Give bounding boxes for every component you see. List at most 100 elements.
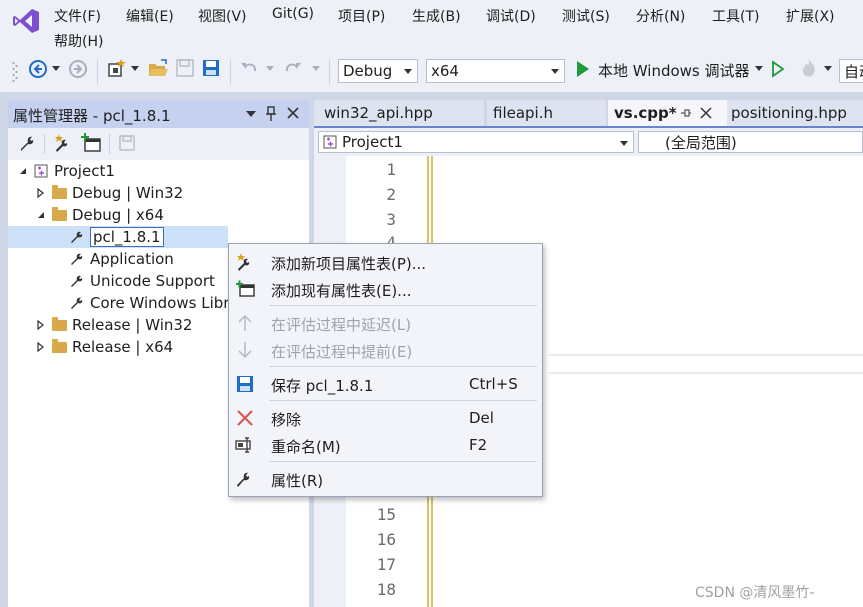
start-without-debugging-icon[interactable] [771,60,785,78]
menu-item-add-new-property-sheet[interactable]: 添加新项目属性表(P)... [229,249,542,275]
navigate-back-icon[interactable] [28,59,48,79]
project-combo[interactable]: Project1 [318,131,634,153]
scope-combo[interactable]: (全局范围) [638,131,863,153]
menu-item-label: 在评估过程中提前(E) [271,343,413,361]
tab-positioning-hpp[interactable]: positioning.hpp [727,100,863,126]
undo-dropdown-icon[interactable] [266,66,274,72]
collapsed-arrow-icon[interactable] [36,342,46,352]
auto-label: 自动 [844,62,863,81]
pin-icon[interactable] [265,106,277,122]
platform-value: x64 [431,62,459,80]
expanded-arrow-icon[interactable] [18,166,28,176]
menu-edit[interactable]: 编辑(E) [126,6,174,26]
tab-label: positioning.hpp [731,104,847,122]
start-debugger-label[interactable]: 本地 Windows 调试器 [598,60,750,81]
menu-test[interactable]: 测试(S) [562,6,610,26]
navigate-forward-icon[interactable] [68,59,88,79]
save-icon [237,376,253,392]
redo-dropdown-icon[interactable] [312,66,320,72]
menu-item-remove[interactable]: 移除 Del [229,405,542,431]
tree-node-release-x64[interactable]: Release | x64 [36,336,173,358]
wrench-icon[interactable] [18,134,36,152]
line-number: 17 [376,555,396,574]
configuration-value: Debug [343,62,393,80]
menu-debug[interactable]: 调试(D) [486,6,536,26]
tab-vs-cpp-active[interactable]: vs.cpp* [608,100,727,126]
solution-platform-dropdown[interactable]: x64 [426,59,565,83]
menu-item-save-sheet[interactable]: 保存 pcl_1.8.1 Ctrl+S [229,371,542,397]
back-dropdown-icon[interactable] [52,66,60,72]
tree-label: Project1 [54,162,115,180]
editor-navigation-bar: Project1 (全局范围) [314,126,863,156]
hot-reload-dropdown-icon[interactable] [824,66,832,72]
menu-analyze[interactable]: 分析(N) [636,6,685,26]
tree-node-unicode-support[interactable]: Unicode Support [70,270,215,292]
open-folder-icon [52,206,67,221]
tree-node-pcl-sheet[interactable]: pcl_1.8.1 [70,226,164,248]
tab-win32-api-hpp[interactable]: win32_api.hpp [314,100,484,126]
save-all-icon[interactable] [201,58,221,78]
menu-item-properties[interactable]: 属性(R) [229,466,542,492]
new-item-icon[interactable] [106,58,128,80]
menu-item-rename[interactable]: 重命名(M) F2 [229,432,542,458]
tree-node-release-win32[interactable]: Release | Win32 [36,314,192,336]
wrench-icon [71,253,83,265]
menu-item-advance-evaluation[interactable]: 在评估过程中提前(E) [229,337,542,363]
toolbar-separator [230,60,231,84]
panel-title: 属性管理器 - pcl_1.8.1 [13,107,171,125]
menu-view[interactable]: 视图(V) [198,6,247,26]
chevron-down-icon [620,141,628,146]
undo-icon[interactable] [239,59,259,79]
visual-studio-logo-icon[interactable] [12,8,40,34]
add-existing-property-sheet-icon[interactable] [80,133,102,153]
menu-extensions[interactable]: 扩展(X) [786,6,835,26]
menu-item-shortcut: Del [469,409,494,427]
menu-project[interactable]: 项目(P) [338,6,385,26]
menu-tools[interactable]: 工具(T) [712,6,759,26]
line-number: 16 [376,530,396,549]
tree-node-core-windows-libraries[interactable]: Core Windows Libr [70,292,229,314]
menu-build[interactable]: 生成(B) [412,6,461,26]
menu-file[interactable]: 文件(F) [54,6,101,26]
solution-configuration-dropdown[interactable]: Debug [338,59,418,83]
tree-node-debug-win32[interactable]: Debug | Win32 [36,182,183,204]
debugger-dropdown-icon[interactable] [755,66,763,72]
panel-menu-dropdown-icon[interactable] [246,111,256,117]
save-disabled-icon[interactable] [175,58,195,78]
add-existing-sheet-icon [236,280,255,297]
tab-fileapi-h[interactable]: fileapi.h [487,100,606,126]
close-tab-icon[interactable] [700,107,712,119]
close-icon[interactable] [287,107,299,119]
menu-item-delay-evaluation[interactable]: 在评估过程中延迟(L) [229,310,542,336]
menu-bar: 文件(F) 编辑(E) 视图(V) Git(G) 项目(P) 生成(B) 调试(… [0,0,863,52]
open-folder-icon[interactable] [147,58,169,80]
save-disabled-icon[interactable] [118,134,136,152]
tab-label: win32_api.hpp [324,104,433,122]
line-number: 1 [386,160,396,179]
project-icon [323,135,337,149]
add-new-property-sheet-icon[interactable] [53,133,73,153]
pin-tab-icon[interactable] [680,108,692,118]
expanded-arrow-icon[interactable] [36,210,46,220]
menu-item-add-existing-property-sheet[interactable]: 添加现有属性表(E)... [229,276,542,302]
tree-node-project[interactable]: Project1 [18,160,115,182]
hot-reload-icon[interactable] [798,58,820,80]
toolbar-grip-icon[interactable] [12,60,18,84]
tree-node-debug-x64[interactable]: Debug | x64 [36,204,164,226]
menu-git[interactable]: Git(G) [272,6,314,22]
rename-icon [235,437,251,453]
tree-label-editing[interactable]: pcl_1.8.1 [90,227,164,247]
project-combo-value: Project1 [342,133,403,151]
redo-icon[interactable] [283,59,303,79]
tab-label: fileapi.h [493,104,553,122]
auto-dropdown[interactable]: 自动 [839,59,863,83]
arrow-down-icon [238,342,252,359]
collapsed-arrow-icon[interactable] [36,188,46,198]
tree-node-application[interactable]: Application [70,248,174,270]
new-item-dropdown-icon[interactable] [131,66,139,72]
start-debugging-icon[interactable] [576,60,590,78]
toolbar-separator [44,134,45,154]
menu-help[interactable]: 帮助(H) [54,31,103,51]
collapsed-arrow-icon[interactable] [36,320,46,330]
menu-separator [269,400,537,401]
